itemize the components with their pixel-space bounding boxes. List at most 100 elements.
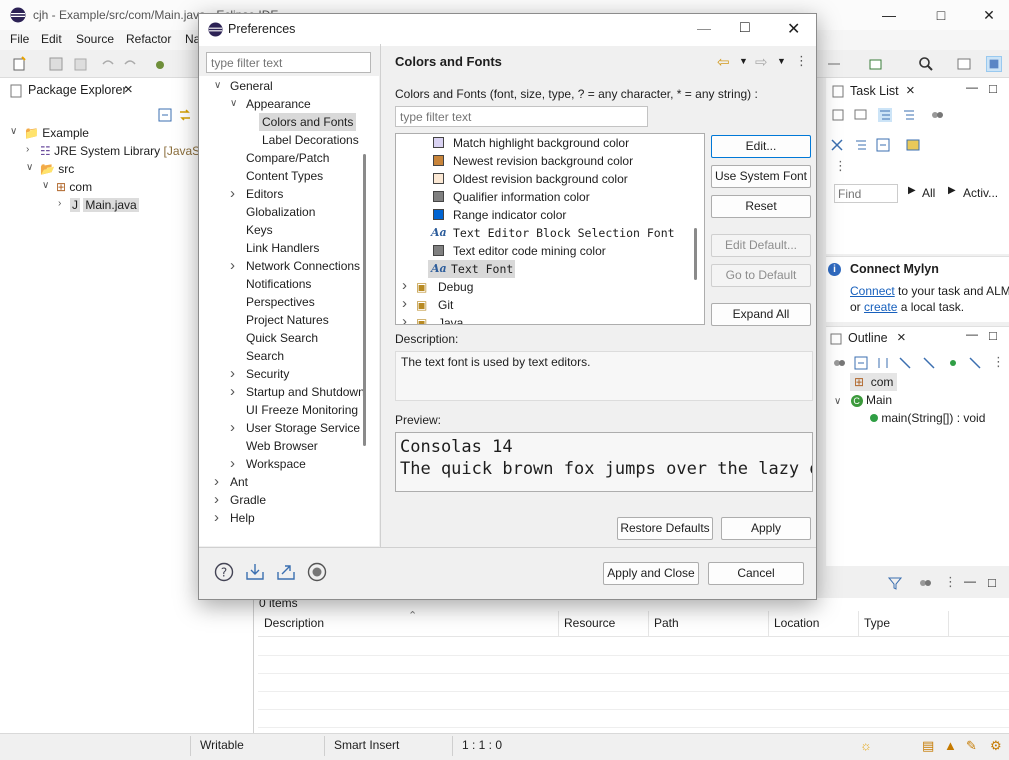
colors-fonts-item[interactable]: Qualifier information color bbox=[396, 188, 686, 206]
edit-button[interactable]: Edit... bbox=[711, 135, 811, 158]
chevron-right-icon[interactable]: › bbox=[214, 491, 219, 509]
book-icon[interactable]: ▤ bbox=[922, 738, 934, 754]
chevron-right-icon[interactable]: › bbox=[230, 365, 235, 383]
hide-local-types-icon[interactable] bbox=[968, 356, 982, 370]
chevron-right-icon[interactable]: › bbox=[402, 313, 407, 324]
filter-icon[interactable] bbox=[888, 576, 902, 590]
edit-default-button[interactable]: Edit Default... bbox=[711, 234, 811, 257]
colors-fonts-item[interactable]: Text Font Aa bbox=[396, 260, 686, 278]
outline-item-com[interactable]: ⊞ com bbox=[850, 373, 898, 391]
chevron-down-icon[interactable]: ▼ bbox=[777, 56, 786, 66]
hide-fields-icon[interactable] bbox=[898, 356, 912, 370]
tree-item-main-java[interactable]: › J Main.java bbox=[58, 198, 139, 212]
focus-icon[interactable] bbox=[930, 108, 944, 122]
reset-button[interactable]: Reset bbox=[711, 195, 811, 218]
column-resource[interactable]: Resource bbox=[564, 616, 615, 630]
menu-source[interactable]: Source bbox=[76, 32, 114, 46]
undo-icon[interactable] bbox=[100, 56, 116, 72]
task-find-input[interactable] bbox=[834, 184, 898, 203]
connect-link[interactable]: Connect bbox=[850, 284, 895, 298]
redo-icon[interactable] bbox=[122, 56, 138, 72]
chevron-right-icon[interactable]: › bbox=[230, 455, 235, 473]
expand-all-button[interactable]: Expand All bbox=[711, 303, 811, 326]
close-icon[interactable]: ✕ bbox=[978, 4, 1000, 26]
colors-fonts-item[interactable]: › ▣ Java bbox=[396, 313, 686, 324]
search-icon[interactable] bbox=[918, 56, 934, 72]
chevron-right-icon[interactable]: › bbox=[230, 383, 235, 401]
close-icon[interactable]: × bbox=[124, 81, 133, 98]
new-icon[interactable] bbox=[12, 56, 28, 72]
chevron-right-icon[interactable]: › bbox=[402, 277, 407, 295]
colors-fonts-item[interactable]: Newest revision background color bbox=[396, 152, 686, 170]
sort-icon[interactable] bbox=[876, 356, 890, 370]
minimize-icon[interactable]: — bbox=[966, 80, 978, 94]
colors-fonts-item[interactable]: Aa Text Editor Block Selection Font bbox=[396, 224, 686, 242]
colors-fonts-item[interactable]: › ▣ Debug bbox=[396, 277, 686, 296]
column-type[interactable]: Type bbox=[864, 616, 890, 630]
minimize-icon[interactable]: — bbox=[964, 574, 976, 588]
menu-edit[interactable]: Edit bbox=[41, 32, 62, 46]
collapse-all-icon[interactable] bbox=[876, 138, 890, 152]
synchronize-icon[interactable] bbox=[906, 138, 920, 152]
export-icon[interactable] bbox=[276, 562, 296, 582]
collapse-all-icon[interactable] bbox=[158, 108, 172, 122]
column-description[interactable]: Description bbox=[264, 616, 324, 630]
chevron-right-icon[interactable]: › bbox=[214, 509, 219, 527]
menu-refactor[interactable]: Refactor bbox=[126, 32, 171, 46]
colors-fonts-item[interactable]: › ▣ Git bbox=[396, 295, 686, 314]
back-arrow-icon[interactable]: ⇦ bbox=[717, 53, 730, 71]
close-icon[interactable]: ✕ bbox=[787, 19, 800, 39]
minimize-icon[interactable]: — bbox=[697, 20, 711, 36]
expand-all-icon[interactable] bbox=[854, 138, 868, 152]
outline-item-main[interactable]: ∨ C Main bbox=[834, 391, 892, 409]
chevron-right-icon[interactable]: › bbox=[230, 419, 235, 437]
colors-fonts-item[interactable]: Oldest revision background color bbox=[396, 170, 686, 188]
more-icon[interactable]: ⋮ bbox=[834, 158, 847, 174]
close-icon[interactable]: × bbox=[906, 82, 915, 99]
maximize-icon[interactable]: □ bbox=[740, 19, 750, 37]
pen-icon[interactable]: ✎ bbox=[966, 738, 977, 754]
chevron-right-icon[interactable]: › bbox=[230, 257, 235, 275]
tree-item-src[interactable]: ∨ 📂 src bbox=[26, 162, 74, 176]
gear-icon[interactable]: ⚙ bbox=[990, 738, 1002, 754]
minimize-icon[interactable]: — bbox=[966, 327, 978, 341]
create-link[interactable]: create bbox=[864, 300, 897, 314]
maximize-icon[interactable]: □ bbox=[988, 575, 996, 590]
preferences-filter-input[interactable] bbox=[206, 52, 371, 73]
hide-static-icon[interactable] bbox=[922, 356, 936, 370]
save-all-icon[interactable] bbox=[72, 56, 88, 72]
hide-completed-icon[interactable] bbox=[830, 138, 844, 152]
learn-icon[interactable]: ▲ bbox=[944, 738, 957, 753]
forward-arrow-icon[interactable]: ⇨ bbox=[755, 53, 768, 71]
save-icon[interactable] bbox=[48, 56, 64, 72]
chevron-down-icon[interactable]: ▼ bbox=[739, 56, 748, 66]
menu-file[interactable]: File bbox=[10, 32, 29, 46]
tree-item-com[interactable]: ∨ ⊞ com bbox=[42, 180, 92, 194]
outline-item-main-method[interactable]: main(String[]) : void bbox=[870, 409, 985, 427]
apply-and-close-button[interactable]: Apply and Close bbox=[603, 562, 699, 585]
column-path[interactable]: Path bbox=[654, 616, 679, 630]
maximize-icon[interactable]: □ bbox=[989, 81, 997, 96]
lightbulb-icon[interactable]: ☼ bbox=[860, 738, 872, 753]
apply-button[interactable]: Apply bbox=[721, 517, 811, 540]
chevron-right-icon[interactable]: › bbox=[402, 295, 407, 313]
colors-fonts-scrollbar[interactable] bbox=[694, 228, 697, 280]
chevron-down-icon[interactable]: ∨ bbox=[214, 77, 221, 95]
open-perspective-icon[interactable] bbox=[956, 56, 972, 72]
debug-icon[interactable] bbox=[152, 56, 168, 72]
cancel-button[interactable]: Cancel bbox=[708, 562, 804, 585]
all-filter-link[interactable]: All bbox=[922, 186, 935, 200]
record-icon[interactable] bbox=[307, 562, 327, 582]
colors-fonts-item[interactable]: Text editor code mining color bbox=[396, 242, 686, 260]
categorized-icon[interactable] bbox=[878, 108, 892, 122]
hide-nonpublic-icon[interactable] bbox=[946, 356, 960, 370]
maximize-icon[interactable]: □ bbox=[930, 4, 952, 26]
view-menu-icon[interactable]: ⋮ bbox=[992, 354, 1005, 370]
view-menu-icon[interactable]: ⋮ bbox=[944, 574, 957, 590]
colors-fonts-item[interactable]: Range indicator color bbox=[396, 206, 686, 224]
filter-icon[interactable] bbox=[854, 108, 868, 122]
minimize-icon[interactable]: — bbox=[878, 4, 900, 26]
chevron-right-icon[interactable]: › bbox=[214, 473, 219, 491]
focus-icon[interactable] bbox=[918, 576, 932, 590]
scheduled-icon[interactable] bbox=[902, 108, 916, 122]
